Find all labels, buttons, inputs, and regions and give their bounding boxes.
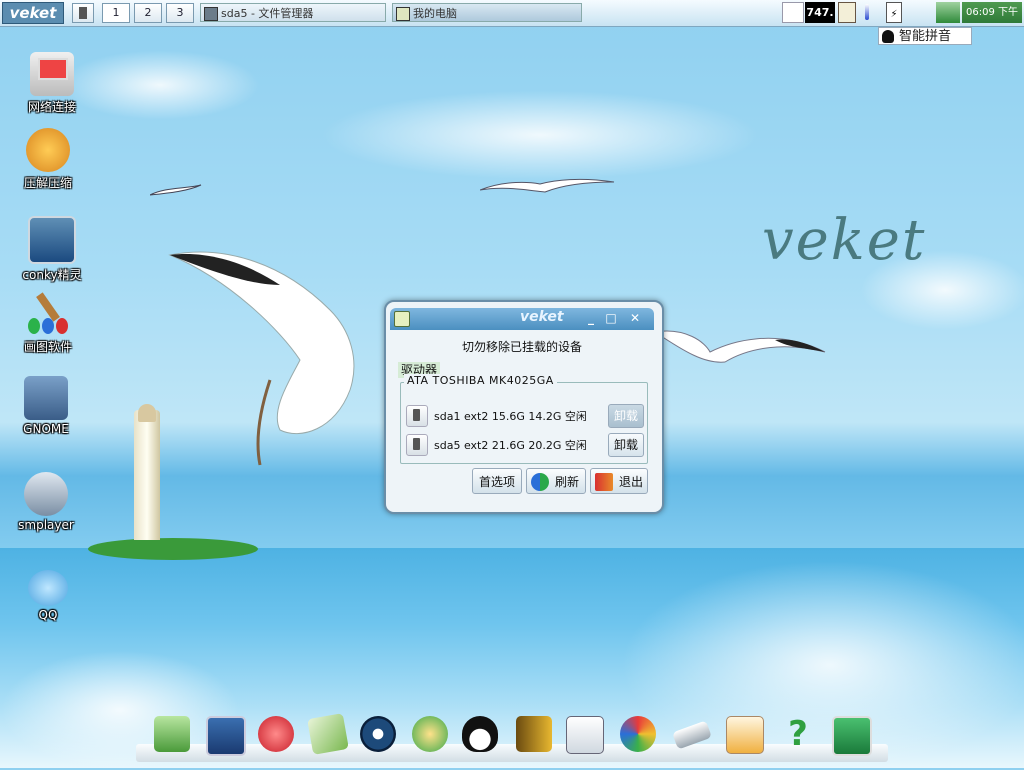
clock-time: 06:09 [965,7,995,18]
ime-label: 智能拼音 [899,29,952,44]
clipboard-icon[interactable] [838,2,856,23]
desktop-icon-label: 压解压缩 [23,176,72,190]
taskbar-item-file-manager[interactable]: sda5 - 文件管理器 [200,3,386,22]
partition-info: sda5 ext2 21.6G 20.2G 空闲 [434,439,587,452]
application-dock: ? [136,712,888,762]
taskbar-item-my-computer[interactable]: 我的电脑 [392,3,582,22]
dialog-title: veket [520,309,564,325]
taskbar-item-label: sda5 - 文件管理器 [221,7,314,20]
seagull-tiny [150,184,202,196]
tray-counter[interactable]: 747. [805,2,835,23]
desktop-icon-label: smplayer [18,518,74,532]
workspace-3[interactable]: 3 [166,3,194,23]
penguin-icon[interactable] [462,716,498,752]
desktop-icon-archive[interactable]: 压解压缩 [10,128,86,191]
partition-row: sda1 ext2 15.6G 14.2G 空闲 卸载 [406,403,644,428]
refresh-icon [531,473,549,491]
network-graph-icon[interactable] [936,2,960,23]
wallpaper-logo-text: veket [762,208,927,273]
battery-icon[interactable]: ⚡ [886,2,902,23]
hedgehog-icon[interactable] [258,716,294,752]
dialog-heading: 切勿移除已挂载的设备 [461,340,582,354]
desktop-icon-label: GNOME [23,422,69,436]
app-icon [394,311,410,327]
smplayer-icon [24,472,68,516]
desktop-icon-label: 网络连接 [27,100,76,114]
partition-row: sda5 ext2 21.6G 20.2G 空闲 卸载 [406,432,644,457]
book-icon[interactable] [516,716,552,752]
start-menu-button[interactable]: veket [2,2,64,24]
users-icon[interactable] [412,716,448,752]
partition-info: sda1 ext2 15.6G 14.2G 空闲 [434,410,587,423]
preferences-label: 首选项 [478,475,515,489]
hard-drive-icon[interactable] [406,405,428,427]
minimize-icon[interactable]: _ [584,311,598,325]
seagull-right [655,330,826,363]
close-icon[interactable]: ✕ [628,311,642,325]
desktop-icon-paint[interactable]: 画图软件 [10,292,86,355]
quit-button[interactable]: 退出 [590,468,648,494]
exit-icon [595,473,613,491]
cloud [320,90,760,180]
desktop-icon-label: conky精灵 [22,268,82,282]
file-manager-icon [204,7,218,21]
conky-icon [28,216,76,264]
unmount-button[interactable]: 卸载 [608,404,644,428]
quit-label: 退出 [619,475,644,489]
paint-icon [26,292,70,336]
refresh-label: 刷新 [555,475,580,489]
desktop-icon-network[interactable]: 网络连接 [14,52,90,115]
penguin-icon [882,30,894,43]
seagull-large [168,251,355,466]
desktop-icon [79,7,87,19]
hard-drive-icon[interactable] [406,434,428,456]
clock[interactable]: 06:09 下午 [962,2,1022,23]
workspace-2[interactable]: 2 [134,3,162,23]
qq-icon [28,570,68,606]
tray-blank [782,2,804,23]
desktop-icon-gnome[interactable]: GNOME [8,376,84,436]
desktop-icon-label: 画图软件 [23,340,72,354]
cloud [60,50,260,120]
lighthouse-top [138,404,156,422]
monitor-icon[interactable] [206,716,246,756]
refresh-button[interactable]: 刷新 [526,468,586,494]
desktop-icon-label: QQ [38,608,58,622]
unmount-dialog: veket _ □ ✕ 切勿移除已挂载的设备 驱动器 ATA TOSHIBA M… [384,300,664,514]
unmount-button[interactable]: 卸载 [608,433,644,457]
computer-icon [396,7,410,21]
clock-ampm: 下午 [998,7,1018,18]
folder-icon[interactable] [154,716,190,752]
top-panel: veket 1 2 3 sda5 - 文件管理器 我的电脑 747. ⚡ 06:… [0,0,1024,27]
chart-icon[interactable] [566,716,604,754]
thermometer-icon[interactable] [862,2,872,23]
taskbar-item-label: 我的电脑 [413,7,457,20]
maximize-icon[interactable]: □ [604,311,618,325]
island [88,538,258,560]
network-icon [30,52,74,96]
help-icon[interactable]: ? [780,716,816,752]
seagull-small [480,178,615,193]
camera-icon[interactable] [832,716,872,756]
archive-icon [26,128,70,172]
drive-name: ATA TOSHIBA MK4025GA [404,374,557,387]
notepad-icon[interactable] [307,713,349,755]
show-desktop-button[interactable] [72,3,94,23]
desktop-icon-conky[interactable]: conky精灵 [14,216,90,283]
desktop-icon-smplayer[interactable]: smplayer [8,472,84,532]
gnome-icon [24,376,68,420]
preferences-button[interactable]: 首选项 [472,468,522,494]
calendar-icon[interactable] [726,716,764,754]
music-player-icon[interactable] [360,716,396,752]
palette-icon[interactable] [620,716,656,752]
dock-shelf [136,744,888,762]
lighthouse [134,410,160,540]
input-method-indicator[interactable]: 智能拼音 [878,27,972,45]
desktop-icon-qq[interactable]: QQ [10,570,86,622]
dialog-titlebar[interactable]: veket _ □ ✕ [390,308,654,330]
workspace-1[interactable]: 1 [102,3,130,23]
